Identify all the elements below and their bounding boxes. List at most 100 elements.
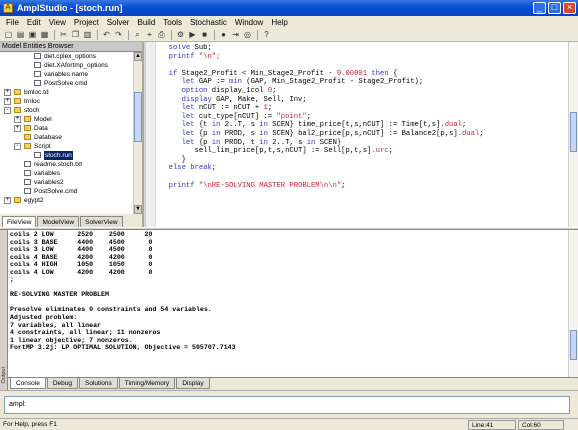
tree-item-label: PostSolve.cmd bbox=[44, 80, 88, 87]
tree-item-label: egypt2 bbox=[24, 197, 44, 204]
console-line: coils 4 BASE 4200 4200 0 bbox=[10, 253, 153, 261]
menu-view[interactable]: View bbox=[45, 18, 70, 27]
tree-item[interactable]: diet.XAfortmp_options bbox=[0, 61, 134, 70]
redo-icon[interactable]: ↷ bbox=[113, 30, 124, 40]
file-icon bbox=[34, 62, 41, 68]
tab-display[interactable]: Display bbox=[176, 378, 210, 389]
code-token: printf bbox=[160, 52, 199, 61]
command-box[interactable]: ampl: bbox=[4, 396, 570, 414]
print-icon[interactable]: ⎙ bbox=[156, 30, 167, 40]
title-bar: A AmplStudio - [stoch.run] _ □ × bbox=[0, 0, 578, 16]
tree-item[interactable]: stoch.run bbox=[0, 151, 134, 160]
code-editor[interactable]: solve Sub; printf "\n"; if Stage2_Profit… bbox=[146, 42, 578, 227]
code-token: in bbox=[259, 121, 273, 130]
expand-icon[interactable]: + bbox=[4, 197, 11, 204]
tree-item[interactable]: PostSolve.cmd bbox=[0, 187, 134, 196]
menu-file[interactable]: File bbox=[2, 18, 23, 27]
code-token: {p bbox=[198, 138, 212, 147]
collapse-icon[interactable]: - bbox=[14, 143, 21, 150]
find-icon[interactable]: ⌕ bbox=[132, 30, 143, 40]
collapse-icon[interactable]: - bbox=[4, 107, 11, 114]
menu-project[interactable]: Project bbox=[70, 18, 103, 27]
code-line: if Stage2_Profit < Min_Stage2_Profit - 0… bbox=[160, 70, 564, 79]
tab-console[interactable]: Console bbox=[10, 378, 46, 389]
code-token: then bbox=[367, 69, 393, 78]
tree-item[interactable]: variables bbox=[0, 169, 134, 178]
tree-item[interactable]: + bmloc.td bbox=[0, 88, 134, 97]
save-icon[interactable]: ▣ bbox=[27, 30, 38, 40]
minimize-button[interactable]: _ bbox=[533, 2, 546, 14]
command-input[interactable] bbox=[35, 400, 555, 411]
console-scrollbar[interactable] bbox=[568, 230, 578, 377]
tree-item[interactable]: + Model bbox=[0, 115, 134, 124]
tree-item[interactable]: + egypt2 bbox=[0, 196, 134, 205]
expand-icon[interactable]: + bbox=[4, 98, 11, 105]
tree-item[interactable]: readme.stoch.txt bbox=[0, 160, 134, 169]
tab-timing-memory[interactable]: Timing/Memory bbox=[118, 378, 176, 389]
code-text[interactable]: solve Sub; printf "\n"; if Stage2_Profit… bbox=[160, 44, 564, 224]
menu-build[interactable]: Build bbox=[133, 18, 159, 27]
tree-item[interactable]: variables name bbox=[0, 70, 134, 79]
tree-item-label: variables name bbox=[44, 71, 89, 78]
tab-modelview[interactable]: ModelView bbox=[37, 216, 80, 227]
step-icon[interactable]: ⇥ bbox=[230, 30, 241, 40]
undo-icon[interactable]: ↶ bbox=[101, 30, 112, 40]
window-title: AmplStudio - [stoch.run] bbox=[17, 3, 123, 13]
tab-solutions[interactable]: Solutions bbox=[79, 378, 118, 389]
scroll-down-arrow-icon[interactable]: ▼ bbox=[134, 205, 142, 214]
code-token: SCEN} bbox=[319, 138, 342, 147]
menu-tools[interactable]: Tools bbox=[159, 18, 186, 27]
code-token: let bbox=[160, 78, 199, 87]
watch-icon[interactable]: ◎ bbox=[242, 30, 253, 40]
expand-icon[interactable]: + bbox=[14, 116, 21, 123]
scrollbar-thumb[interactable] bbox=[134, 92, 142, 142]
tree-item[interactable]: + trnloc bbox=[0, 97, 134, 106]
tab-debug[interactable]: Debug bbox=[46, 378, 79, 389]
tree-item[interactable]: + Data bbox=[0, 124, 134, 133]
compile-icon[interactable]: ⚙ bbox=[175, 30, 186, 40]
expand-icon[interactable]: + bbox=[14, 125, 21, 132]
tab-fileview[interactable]: FileView bbox=[2, 216, 37, 227]
tree-item[interactable]: variables2 bbox=[0, 178, 134, 187]
menu-stochastic[interactable]: Stochastic bbox=[186, 18, 231, 27]
paste-icon[interactable]: ▥ bbox=[82, 30, 93, 40]
tree-item[interactable]: Database bbox=[0, 133, 134, 142]
scrollbar-thumb[interactable] bbox=[570, 330, 577, 360]
stop-icon[interactable]: ■ bbox=[199, 30, 210, 40]
browser-scrollbar[interactable]: ▲ ▼ bbox=[133, 52, 142, 214]
run-icon[interactable]: ▶ bbox=[187, 30, 198, 40]
editor-scrollbar[interactable] bbox=[568, 42, 578, 227]
menu-help[interactable]: Help bbox=[267, 18, 291, 27]
tree-item[interactable]: - stoch bbox=[0, 106, 134, 115]
cut-icon[interactable]: ✂ bbox=[58, 30, 69, 40]
console-line: coils 4 HIGH 1050 1050 0 bbox=[10, 261, 153, 269]
find-next-icon[interactable]: ⌖ bbox=[144, 30, 155, 40]
menu-edit[interactable]: Edit bbox=[23, 18, 45, 27]
code-token: in bbox=[259, 129, 273, 138]
toolbar-separator bbox=[128, 30, 129, 40]
scroll-up-arrow-icon[interactable]: ▲ bbox=[134, 52, 142, 61]
copy-icon[interactable]: ❐ bbox=[70, 30, 81, 40]
open-folder-icon[interactable]: ▤ bbox=[15, 30, 26, 40]
tree-item-label: variables bbox=[34, 170, 61, 177]
maximize-button[interactable]: □ bbox=[548, 2, 561, 14]
tab-solverview[interactable]: SolverView bbox=[80, 216, 123, 227]
scrollbar-thumb[interactable] bbox=[570, 112, 577, 152]
breakpoint-icon[interactable]: ● bbox=[218, 30, 229, 40]
help-icon[interactable]: ? bbox=[261, 30, 272, 40]
menu-solver[interactable]: Solver bbox=[103, 18, 134, 27]
menu-window[interactable]: Window bbox=[231, 18, 267, 27]
close-button[interactable]: × bbox=[563, 2, 576, 14]
save-all-icon[interactable]: ▦ bbox=[39, 30, 50, 40]
expand-icon[interactable]: + bbox=[4, 89, 11, 96]
console-line: RE-SOLVING MASTER PROBLEM bbox=[10, 291, 109, 299]
tree-item[interactable]: - Script bbox=[0, 142, 134, 151]
tree-item[interactable]: diet.cplex_options bbox=[0, 52, 134, 61]
new-file-icon[interactable]: ▢ bbox=[3, 30, 14, 40]
console-output: coils 2 LOW 2520 2500 20 coils 3 BASE 440… bbox=[8, 230, 578, 377]
code-token: ; bbox=[388, 147, 393, 156]
tree-item[interactable]: PostSolve.cmd bbox=[0, 79, 134, 88]
code-token: ; bbox=[462, 121, 467, 130]
